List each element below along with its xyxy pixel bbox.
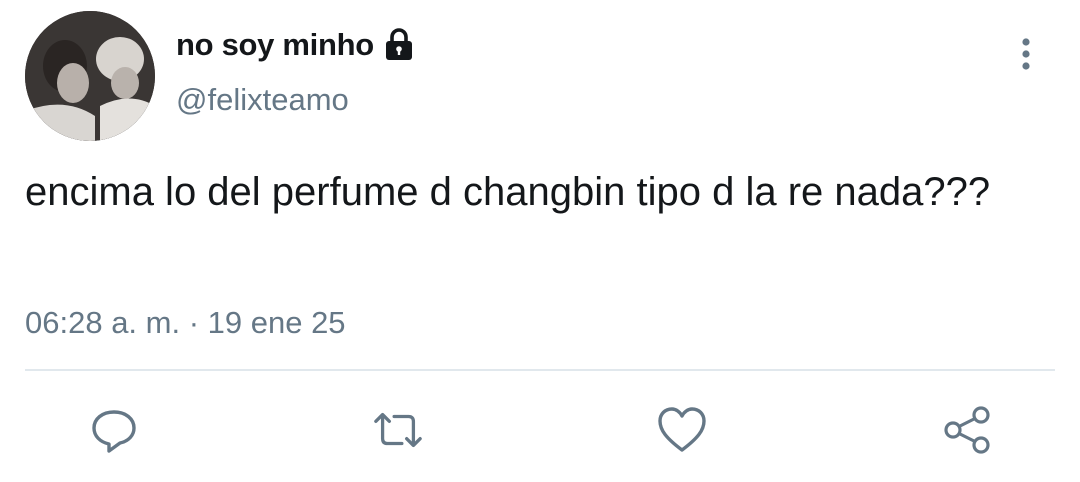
user-handle[interactable]: @felixteamo	[176, 82, 349, 118]
retweet-icon	[374, 412, 422, 448]
share-button[interactable]	[942, 404, 994, 456]
avatar[interactable]	[25, 11, 155, 141]
reply-icon	[92, 410, 136, 453]
divider	[25, 369, 1055, 371]
reply-button[interactable]	[88, 404, 140, 456]
display-name[interactable]: no soy minho	[176, 27, 374, 63]
user-name-row: no soy minho	[176, 27, 414, 63]
heart-icon	[658, 407, 706, 452]
share-icon	[944, 406, 990, 454]
like-button[interactable]	[656, 404, 708, 456]
retweet-button[interactable]	[372, 404, 424, 456]
lock-icon	[384, 28, 414, 62]
more-vertical-icon[interactable]	[1012, 36, 1040, 72]
tweet-timestamp[interactable]: 06:28 a. m. · 19 ene 25	[25, 305, 346, 341]
tweet-text: encima lo del perfume d changbin tipo d …	[25, 170, 991, 214]
avatar-photo	[25, 11, 155, 141]
